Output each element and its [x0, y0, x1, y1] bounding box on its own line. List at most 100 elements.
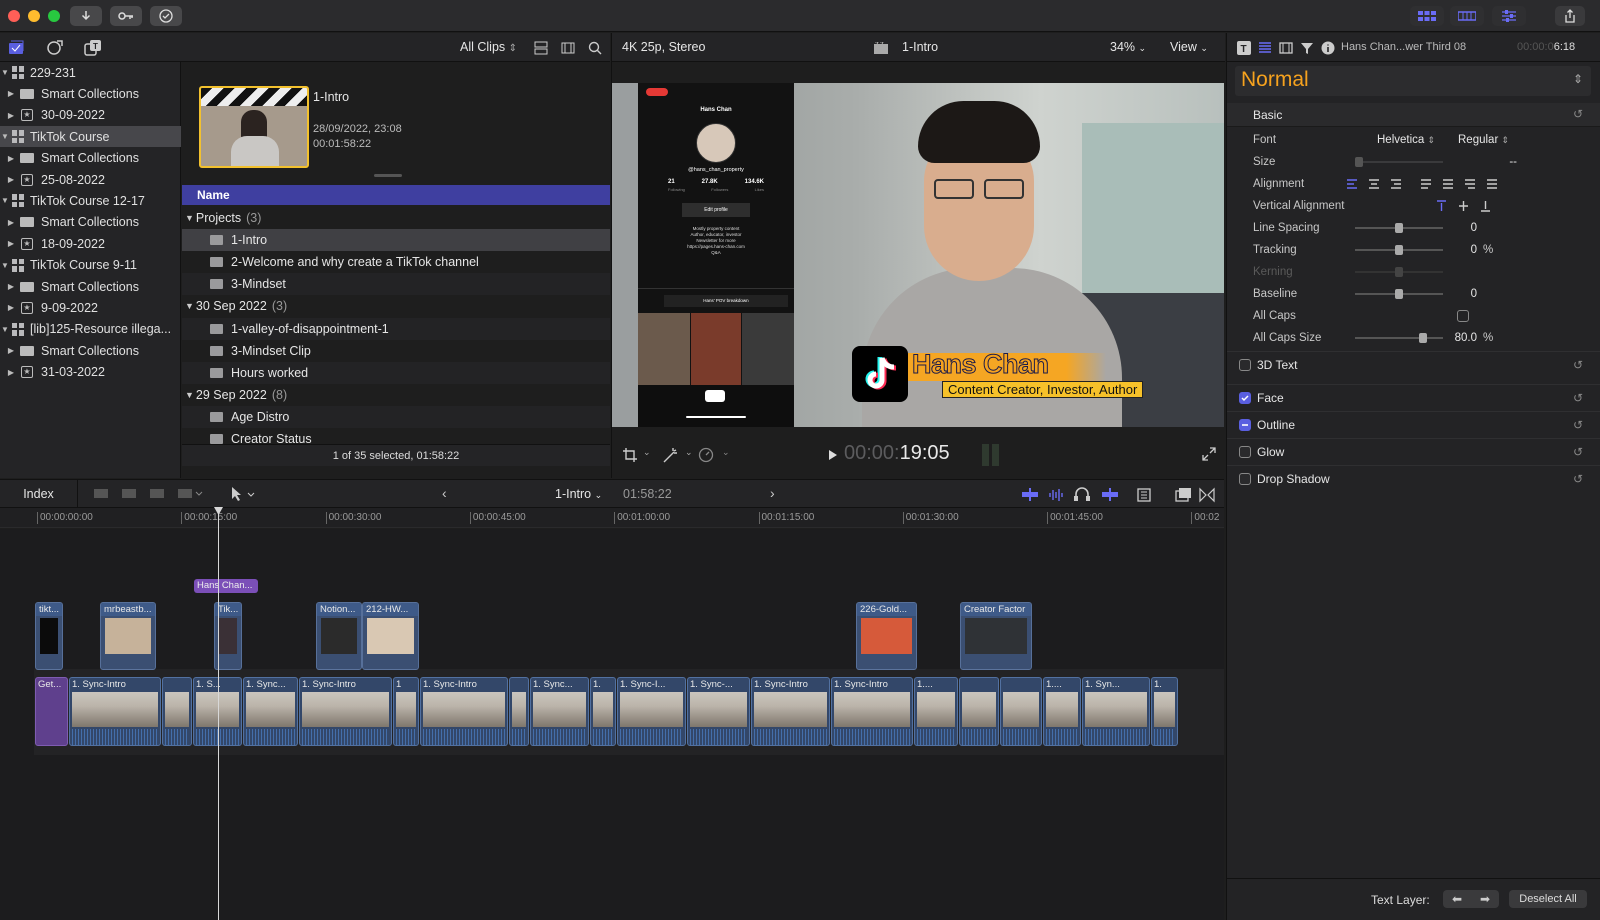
titles-generators-icon[interactable]: T: [84, 39, 102, 57]
filmstrip-icon[interactable]: [561, 41, 575, 55]
reset-icon[interactable]: ↺: [1573, 418, 1583, 432]
clip-row[interactable]: Age Distro: [182, 405, 610, 428]
disclosure-open-icon[interactable]: ▼: [0, 261, 10, 270]
keywords-button[interactable]: [110, 6, 142, 26]
tracking-slider[interactable]: [1355, 245, 1443, 255]
library-item[interactable]: ▼ 229-231: [0, 62, 181, 83]
disclosure-open-icon[interactable]: ▼: [0, 68, 10, 77]
slider-knob[interactable]: [1395, 289, 1403, 299]
chevron-down-icon[interactable]: ⌄: [643, 447, 651, 458]
clip-row[interactable]: 3-Mindset Clip: [182, 340, 610, 362]
reset-icon[interactable]: ↺: [1573, 445, 1583, 459]
baseline-value[interactable]: 0: [1447, 288, 1477, 300]
title-inspector-icon[interactable]: T: [1237, 41, 1251, 55]
section-face[interactable]: Face ↺: [1227, 384, 1600, 411]
event-item[interactable]: ▶ ★ 30-09-2022: [0, 105, 181, 126]
group-header[interactable]: ▼ Projects (3): [182, 207, 610, 229]
timeline-layout-button[interactable]: [1450, 6, 1484, 26]
timeline-view-buttons[interactable]: [1020, 487, 1220, 503]
timeline-ruler[interactable]: 00:00:00:00 00:00:15:00 00:00:30:00 00:00:4…: [0, 508, 1224, 528]
search-icon[interactable]: [588, 41, 602, 55]
reset-icon[interactable]: ↺: [1573, 472, 1583, 486]
photos-audio-icon[interactable]: [46, 39, 64, 57]
edit-buttons[interactable]: [92, 487, 212, 501]
event-item[interactable]: ▶ ★ 31-03-2022: [0, 362, 181, 383]
column-header-name[interactable]: Name: [182, 185, 610, 205]
project-row[interactable]: 2-Welcome and why create a TikTok channe…: [182, 251, 610, 273]
smart-collections-folder[interactable]: ▶ Smart Collections: [0, 276, 181, 297]
connected-clip[interactable]: tikt...: [35, 602, 63, 670]
info-icon[interactable]: [1321, 41, 1335, 55]
disclosure-closed-icon[interactable]: ▶: [6, 175, 16, 184]
basic-section-header[interactable]: Basic ↺: [1227, 103, 1600, 127]
slider-knob[interactable]: [1355, 157, 1363, 167]
library-item[interactable]: ▼ TikTok Course: [0, 126, 181, 148]
filter-icon[interactable]: [1300, 41, 1314, 55]
browser-layout-button[interactable]: [1410, 6, 1444, 26]
zoom-window-button[interactable]: [48, 10, 60, 22]
zoom-dropdown[interactable]: 34% ⌄: [1110, 40, 1146, 54]
group-header[interactable]: ▼ 30 Sep 2022 (3): [182, 295, 610, 317]
close-window-button[interactable]: [8, 10, 20, 22]
size-value[interactable]: --: [1467, 156, 1517, 168]
next-project-icon[interactable]: ›: [770, 485, 775, 501]
resize-handle[interactable]: [374, 174, 402, 177]
clip-row[interactable]: Hours worked: [182, 361, 610, 384]
slider-knob[interactable]: [1419, 333, 1427, 343]
smart-collections-folder[interactable]: ▶ Smart Collections: [0, 148, 181, 169]
transform-crop-icon[interactable]: [622, 447, 640, 463]
disclosure-closed-icon[interactable]: ▶: [6, 303, 16, 312]
reset-icon[interactable]: ↺: [1573, 391, 1583, 405]
disclosure-closed-icon[interactable]: ▶: [6, 346, 16, 355]
play-icon[interactable]: [828, 449, 838, 461]
section-checkbox[interactable]: [1239, 419, 1251, 431]
event-item[interactable]: ▶ ★ 9-09-2022: [0, 297, 181, 318]
previous-project-icon[interactable]: ‹: [442, 485, 447, 501]
disclosure-closed-icon[interactable]: ▶: [6, 239, 16, 248]
line-spacing-value[interactable]: 0: [1447, 222, 1477, 234]
clip-filter-dropdown[interactable]: All Clips ⇕: [460, 40, 517, 54]
view-menu[interactable]: View ⌄: [1170, 40, 1208, 54]
library-item[interactable]: ▼ TikTok Course 12-17: [0, 190, 181, 211]
section-checkbox[interactable]: [1239, 473, 1251, 485]
section-checkbox[interactable]: [1239, 392, 1251, 404]
select-tool-icon[interactable]: [230, 486, 258, 502]
smart-collections-folder[interactable]: ▶ Smart Collections: [0, 212, 181, 233]
disclosure-open-icon[interactable]: ▼: [0, 132, 10, 141]
all-caps-size-value[interactable]: 80.0: [1437, 332, 1477, 344]
slider-knob[interactable]: [1395, 245, 1403, 255]
reset-icon[interactable]: ↺: [1573, 107, 1583, 121]
filmstrip-thumbnail[interactable]: [199, 86, 309, 168]
background-tasks-button[interactable]: [150, 6, 182, 26]
project-row[interactable]: 1-Intro: [182, 229, 610, 252]
inspector-layout-button[interactable]: [1492, 6, 1526, 26]
project-row[interactable]: 3-Mindset: [182, 273, 610, 296]
magic-wand-icon[interactable]: [662, 446, 680, 464]
disclosure-open-icon[interactable]: ▼: [0, 196, 10, 205]
disclosure-open-icon[interactable]: ▼: [185, 390, 194, 400]
section-checkbox[interactable]: [1239, 359, 1251, 371]
disclosure-closed-icon[interactable]: ▶: [6, 282, 16, 291]
disclosure-open-icon[interactable]: ▼: [0, 325, 10, 334]
text-layer-stepper[interactable]: ⬅ ➡: [1443, 890, 1499, 908]
timecode-display[interactable]: 00:00:19:05: [844, 442, 950, 465]
libraries-icon[interactable]: [8, 40, 26, 56]
tracking-value[interactable]: 0: [1447, 244, 1477, 256]
video-frame[interactable]: Hans Chan @hans_chan_property 21 27.8K 1…: [612, 83, 1224, 427]
connected-clip[interactable]: 226-Gold...: [856, 602, 917, 670]
disclosure-closed-icon[interactable]: ▶: [6, 111, 16, 120]
playhead[interactable]: [218, 508, 219, 920]
arrow-left-icon[interactable]: ⬅: [1443, 890, 1471, 908]
reset-icon[interactable]: ↺: [1573, 358, 1583, 372]
import-button[interactable]: [70, 6, 102, 26]
library-item[interactable]: ▼ TikTok Course 9-11: [0, 255, 181, 276]
smart-collections-folder[interactable]: ▶ Smart Collections: [0, 83, 181, 104]
disclosure-open-icon[interactable]: ▼: [185, 301, 194, 311]
speed-icon[interactable]: [698, 447, 714, 463]
connected-clip[interactable]: 212-HW...: [362, 602, 419, 670]
alignment-buttons[interactable]: [1347, 179, 1507, 189]
share-button[interactable]: [1555, 6, 1585, 26]
event-item[interactable]: ▶ ★ 25-08-2022: [0, 169, 181, 190]
section-glow[interactable]: Glow ↺: [1227, 438, 1600, 465]
video-inspector-icon[interactable]: [1279, 41, 1293, 55]
